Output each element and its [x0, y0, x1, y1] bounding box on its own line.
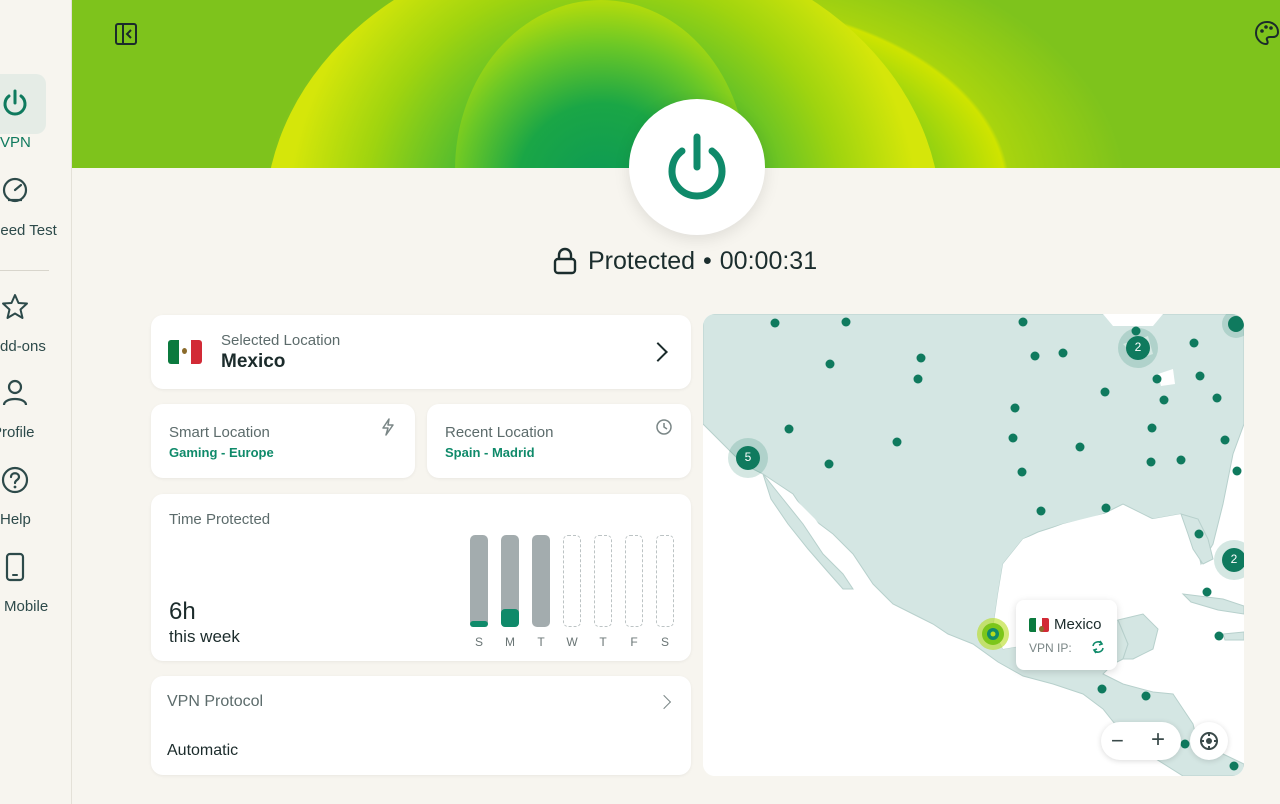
active-location-marker: [977, 618, 1009, 650]
usage-bar-day-label: T: [537, 635, 545, 649]
connection-timer: 00:00:31: [719, 246, 818, 275]
sidebar-item-speed-test[interactable]: Speed Test: [0, 176, 72, 246]
usage-bar-day-label: F: [630, 635, 638, 649]
usage-bar-day-label: W: [566, 635, 578, 649]
selected-location-caption: Selected Location: [221, 332, 341, 349]
mobile-icon: [5, 552, 25, 582]
zoom-controls: − +: [1101, 722, 1181, 760]
collapse-sidebar-icon[interactable]: [114, 22, 138, 46]
sidebar: VPN Speed Test Add-ons Profile Help: [0, 0, 72, 804]
sidebar-item-label: Speed Test: [0, 222, 57, 239]
usage-bar-track: [656, 535, 674, 627]
selected-location-country: Mexico: [221, 351, 286, 372]
status-text: Protected: [588, 246, 696, 275]
usage-bar-2: T: [532, 535, 550, 649]
recent-location-caption: Recent Location: [445, 424, 554, 441]
usage-bar-3: W: [563, 535, 581, 649]
recent-location-card[interactable]: Recent Location Spain - Madrid: [427, 404, 691, 478]
usage-bar-0: S: [470, 535, 488, 649]
sidebar-item-help[interactable]: Help: [0, 465, 72, 535]
usage-bar-fill: [470, 621, 488, 627]
sidebar-item-mobile[interactable]: Mobile: [0, 552, 72, 622]
connection-status: Protected • 00:00:31: [552, 243, 817, 279]
usage-bar-track: [594, 535, 612, 627]
sidebar-item-vpn[interactable]: VPN: [0, 74, 72, 158]
sidebar-item-profile[interactable]: Profile: [0, 378, 72, 448]
time-protected-period: this week: [169, 627, 240, 646]
usage-bar-day-label: S: [474, 635, 483, 649]
location-popup: Mexico VPN IP:: [1016, 600, 1117, 670]
vpn-protocol-card[interactable]: VPN Protocol Automatic: [151, 676, 691, 775]
palette-icon[interactable]: [1254, 20, 1280, 46]
clock-icon: [656, 419, 672, 435]
smart-location-card[interactable]: Smart Location Gaming - Europe: [151, 404, 415, 478]
time-protected-amount: 6h: [169, 598, 196, 625]
vpn-protocol-caption: VPN Protocol: [167, 693, 264, 710]
power-icon: [3, 89, 27, 116]
chevron-right-icon: [648, 342, 668, 362]
usage-bar-4: T: [594, 535, 612, 649]
connect-power-button[interactable]: [629, 99, 765, 235]
cluster-count: 2: [1230, 552, 1238, 566]
usage-bar-track: [470, 535, 488, 627]
usage-bar-5: F: [625, 535, 643, 649]
mexico-flag-icon: [1029, 618, 1049, 632]
popup-country: Mexico: [1054, 616, 1102, 633]
refresh-icon[interactable]: [1091, 640, 1105, 654]
zoom-out-button[interactable]: −: [1111, 728, 1124, 754]
usage-bar-track: [625, 535, 643, 627]
usage-bar-track: [532, 535, 550, 627]
recenter-button[interactable]: [1190, 722, 1228, 760]
lock-icon: [553, 247, 577, 275]
recent-location-value: Spain - Madrid: [445, 445, 535, 460]
sidebar-item-label: Profile: [0, 424, 35, 441]
user-icon: [2, 379, 28, 406]
usage-bar-day-label: S: [660, 635, 669, 649]
usage-bar-fill: [501, 609, 519, 627]
mexico-flag-icon: [168, 340, 202, 364]
help-icon: [1, 466, 29, 494]
usage-bar-track: [563, 535, 581, 627]
sidebar-item-add-ons[interactable]: Add-ons: [0, 292, 72, 362]
usage-bar-day-label: M: [505, 635, 515, 649]
chevron-right-icon: [656, 694, 672, 710]
power-icon: [668, 133, 726, 200]
map-canvas: [703, 314, 1244, 776]
usage-bar-day-label: T: [599, 635, 607, 649]
cluster-count: 2: [1134, 340, 1142, 354]
sidebar-divider: [0, 270, 49, 271]
popup-ip-label: VPN IP:: [1029, 641, 1072, 655]
sidebar-item-label: Help: [0, 511, 31, 528]
time-protected-card: Time Protected 6h this week S M T W T F S: [151, 494, 691, 661]
speedometer-icon: [2, 177, 28, 203]
zoom-in-button[interactable]: +: [1151, 726, 1165, 754]
server-map[interactable]: 5 2 2 Mexico VPN IP: − +: [703, 314, 1244, 776]
selected-location-card[interactable]: Selected Location Mexico: [151, 315, 691, 389]
status-separator: •: [703, 246, 712, 275]
usage-bar-6: S: [656, 535, 674, 649]
smart-location-value: Gaming - Europe: [169, 445, 274, 460]
vpn-protocol-value: Automatic: [167, 742, 239, 759]
cluster-count: 5: [744, 450, 752, 464]
smart-location-caption: Smart Location: [169, 424, 270, 441]
sidebar-item-label: Add-ons: [0, 338, 46, 355]
sidebar-item-label: Mobile: [4, 598, 49, 615]
lightning-icon: [382, 418, 394, 436]
usage-bar-1: M: [501, 535, 519, 649]
sidebar-item-label: VPN: [0, 134, 31, 151]
time-protected-caption: Time Protected: [169, 511, 271, 528]
star-icon: [2, 294, 28, 319]
crosshair-icon: [1200, 732, 1218, 750]
